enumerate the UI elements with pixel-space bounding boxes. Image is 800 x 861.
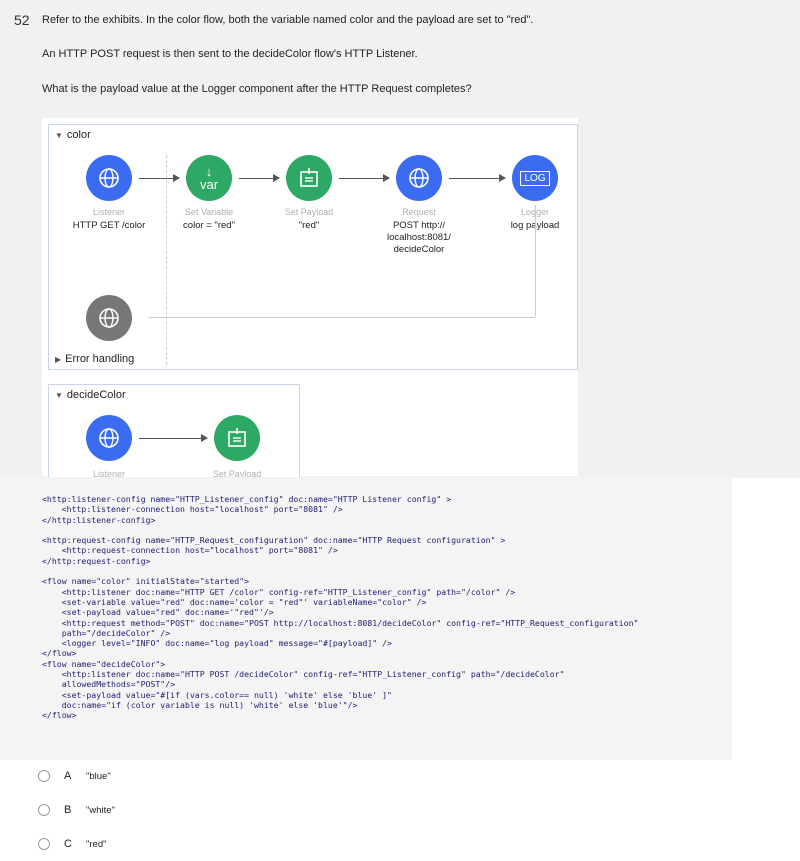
option-text: "blue" bbox=[86, 770, 111, 782]
code-line: </flow> bbox=[42, 648, 77, 659]
code-line: <http:request method="POST" doc:name="PO… bbox=[42, 617, 639, 628]
code-line: <http:request-connection host="localhost… bbox=[42, 545, 338, 556]
code-line: path="/decideColor" /> bbox=[42, 627, 171, 638]
code-line: <http:listener-config name="HTTP_Listene… bbox=[42, 494, 452, 504]
globe-icon bbox=[409, 168, 429, 188]
decide-color-flow-title: ▼ decideColor bbox=[55, 389, 126, 401]
node-type-label: Listener bbox=[92, 469, 126, 477]
code-line: <logger level="INFO" doc:name="log paylo… bbox=[42, 638, 392, 649]
globe-icon bbox=[99, 308, 119, 328]
collapse-triangle-icon[interactable]: ▼ bbox=[55, 391, 63, 400]
divider-line bbox=[166, 155, 167, 365]
option-a[interactable]: A "blue" bbox=[38, 770, 111, 782]
option-letter: C bbox=[64, 838, 72, 850]
radio-button[interactable] bbox=[38, 770, 50, 782]
logger-node[interactable]: LOG bbox=[512, 155, 558, 201]
color-flow-box: ▼ color ↓ var LOG Listener HTTP GET /col… bbox=[48, 124, 578, 370]
question-panel: 52 Refer to the exhibits. In the color f… bbox=[0, 0, 800, 478]
flow-arrow bbox=[139, 174, 180, 182]
set-variable-node[interactable]: ↓ var bbox=[186, 155, 232, 201]
code-line: allowedMethods="POST"/> bbox=[42, 679, 176, 690]
request-node[interactable] bbox=[396, 155, 442, 201]
collapse-triangle-icon[interactable]: ▼ bbox=[55, 131, 63, 140]
color-flow-title: ▼ color bbox=[55, 129, 91, 141]
option-text: "white" bbox=[86, 804, 115, 816]
set-payload-icon bbox=[228, 428, 246, 447]
decide-color-flow-box: ▼ decideColor Listener Set Payload bbox=[48, 384, 300, 477]
node-type-label: Set Payload bbox=[284, 207, 334, 217]
code-line: <flow name="color" initialState="started… bbox=[42, 576, 250, 587]
node-description: "red" bbox=[298, 220, 320, 231]
flow-arrow bbox=[449, 174, 506, 182]
code-line: </http:listener-config> bbox=[42, 514, 156, 525]
globe-icon bbox=[99, 428, 119, 448]
node-type-label: Set Payload bbox=[212, 469, 262, 477]
code-line: <set-payload value="#[if (vars.color== n… bbox=[42, 689, 392, 700]
error-source-node[interactable] bbox=[86, 295, 132, 341]
code-line: doc:name="if (color variable is null) 'w… bbox=[42, 699, 358, 710]
listener-node[interactable] bbox=[86, 415, 132, 461]
code-line: <http:request-config name="HTTP_Request_… bbox=[42, 535, 506, 546]
node-type-label: Set Variable bbox=[184, 207, 234, 217]
node-type-label: Request bbox=[402, 207, 436, 217]
option-text: "red" bbox=[86, 838, 107, 850]
radio-button[interactable] bbox=[38, 804, 50, 816]
return-line bbox=[535, 205, 536, 317]
xml-code-block: <http:listener-config name="HTTP_Listene… bbox=[42, 494, 638, 721]
code-line: <set-variable value="red" doc:name='colo… bbox=[42, 596, 427, 607]
flow-arrow bbox=[339, 174, 390, 182]
code-line: </http:request-config> bbox=[42, 555, 151, 566]
set-payload-node[interactable] bbox=[286, 155, 332, 201]
node-description: color = "red" bbox=[183, 220, 235, 231]
flow-arrow bbox=[139, 434, 208, 442]
node-description: POST http:// localhost:8081/ decideColor bbox=[387, 220, 451, 255]
question-line-3: What is the payload value at the Logger … bbox=[42, 83, 472, 95]
listener-node[interactable] bbox=[86, 155, 132, 201]
code-line: <flow name="decideColor"> bbox=[42, 658, 166, 669]
flow-exhibit: ▼ color ↓ var LOG Listener HTTP GET /col… bbox=[42, 118, 578, 477]
expand-triangle-icon: ▶ bbox=[55, 355, 62, 364]
question-line-1: Refer to the exhibits. In the color flow… bbox=[42, 14, 534, 26]
logger-icon: LOG bbox=[520, 170, 550, 186]
option-c[interactable]: C "red" bbox=[38, 838, 106, 850]
error-handling-toggle[interactable]: ▶ Error handling bbox=[55, 353, 134, 365]
xml-code-exhibit: <http:listener-config name="HTTP_Listene… bbox=[0, 478, 732, 760]
code-line: <http:listener doc:name="HTTP POST /deci… bbox=[42, 669, 565, 680]
globe-icon bbox=[99, 168, 119, 188]
node-description: HTTP GET /color bbox=[72, 220, 146, 231]
code-line: </flow> bbox=[42, 710, 77, 721]
set-payload-node[interactable] bbox=[214, 415, 260, 461]
option-letter: A bbox=[64, 770, 72, 782]
option-b[interactable]: B "white" bbox=[38, 804, 115, 816]
node-type-label: Listener bbox=[92, 207, 126, 217]
code-line: <http:listener doc:name="HTTP GET /color… bbox=[42, 586, 516, 597]
question-number: 52 bbox=[14, 12, 30, 28]
question-line-2: An HTTP POST request is then sent to the… bbox=[42, 48, 418, 60]
return-line bbox=[149, 317, 535, 318]
code-line: <http:listener-connection host="localhos… bbox=[42, 504, 343, 515]
radio-button[interactable] bbox=[38, 838, 50, 850]
var-icon: ↓ var bbox=[199, 164, 219, 192]
flow-arrow bbox=[239, 174, 280, 182]
option-letter: B bbox=[64, 804, 72, 816]
set-payload-icon bbox=[300, 168, 318, 187]
code-line: <set-payload value="red" doc:name='"red"… bbox=[42, 607, 274, 618]
